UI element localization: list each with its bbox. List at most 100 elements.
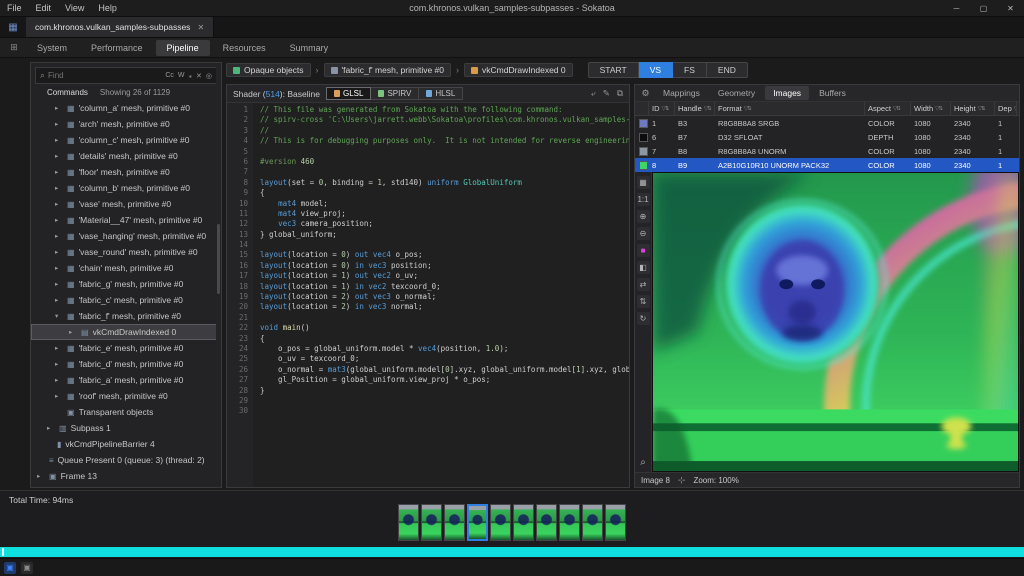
column-header-width[interactable]: Width ▽⇅ — [911, 102, 951, 115]
language-button-glsl[interactable]: GLSL — [325, 87, 372, 100]
tree-item[interactable]: ▸ ▦'vase' mesh, primitive #0 — [31, 196, 221, 212]
tab-performance[interactable]: Performance — [80, 40, 154, 56]
chevron-icon[interactable]: ▸ — [69, 328, 77, 336]
tab-mappings[interactable]: Mappings — [655, 86, 708, 100]
tree-item[interactable]: ▸ ▦'fabric_d' mesh, primitive #0 — [31, 356, 221, 372]
tab-buffers[interactable]: Buffers — [811, 86, 854, 100]
tree-item[interactable]: ▸ ▦'roof' mesh, primitive #0 — [31, 388, 221, 404]
column-header-dep[interactable]: Dep▽⇅ — [995, 102, 1017, 115]
tree-item[interactable]: ▸ ▦'vase_hanging' mesh, primitive #0 — [31, 228, 221, 244]
search-option-0[interactable]: Cc — [165, 72, 174, 80]
tree-item[interactable]: ▸ ▦'fabric_g' mesh, primitive #0 — [31, 276, 221, 292]
frame-thumbnail[interactable] — [513, 504, 534, 541]
chevron-icon[interactable]: ▸ — [55, 376, 63, 384]
frame-thumbnail[interactable] — [467, 504, 488, 541]
tree-item[interactable]: ▾ ▦'fabric_f' mesh, primitive #0 — [31, 308, 221, 324]
word-wrap-icon[interactable]: ⤶ — [591, 88, 596, 99]
chevron-icon[interactable]: ▸ — [55, 120, 63, 128]
chevron-icon[interactable]: ▸ — [55, 264, 63, 272]
timeline-scrubber[interactable] — [0, 547, 1024, 557]
background-color-swatch[interactable]: ■ — [636, 244, 650, 257]
tree-scrollbar[interactable] — [216, 63, 221, 487]
status-capture-icon[interactable]: ▣ — [4, 561, 16, 574]
image-table-row[interactable]: 6 B7 D32 SFLOAT DEPTH 1080 2340 1 — [635, 130, 1019, 144]
filter-sort-icons[interactable]: ▽⇅ — [978, 106, 986, 112]
chevron-icon[interactable]: ▸ — [55, 136, 63, 144]
search-input[interactable] — [48, 71, 163, 80]
tab-system[interactable]: System — [26, 40, 78, 56]
playhead[interactable] — [2, 548, 4, 556]
shader-id-link[interactable]: 514 — [266, 89, 280, 99]
menu-help[interactable]: Help — [91, 3, 124, 13]
zoom-in-icon[interactable]: ⊕ — [636, 210, 650, 223]
chevron-icon[interactable]: ▸ — [55, 200, 63, 208]
filter-sort-icons[interactable]: ▽⇅ — [935, 106, 943, 112]
tree-item[interactable]: ▸ ▦'details' mesh, primitive #0 — [31, 148, 221, 164]
window-minimize-button[interactable]: ─ — [943, 0, 970, 17]
frame-thumbnail[interactable] — [421, 504, 442, 541]
tree-item[interactable]: ▸ ▦'arch' mesh, primitive #0 — [31, 116, 221, 132]
chevron-icon[interactable]: ▸ — [55, 392, 63, 400]
alpha-toggle-icon[interactable]: ◧ — [636, 261, 650, 274]
chevron-icon[interactable]: ▸ — [55, 104, 63, 112]
language-button-hlsl[interactable]: HLSL — [419, 87, 464, 100]
chevron-icon[interactable]: ▸ — [55, 184, 63, 192]
frame-thumbnail[interactable] — [536, 504, 557, 541]
window-close-button[interactable]: ✕ — [997, 0, 1024, 17]
scrollbar-thumb[interactable] — [217, 224, 220, 295]
image-canvas[interactable] — [652, 172, 1019, 472]
stage-button-start[interactable]: START — [587, 62, 639, 78]
tree-item[interactable]: ▮ vkCmdPipelineBarrier 4 — [31, 436, 221, 452]
tree-item[interactable]: ▣ Transparent objects — [31, 404, 221, 420]
tree-item[interactable]: ▸ ▦'floor' mesh, primitive #0 — [31, 164, 221, 180]
tree-item[interactable]: ▸ ▦'column_c' mesh, primitive #0 — [31, 132, 221, 148]
chevron-icon[interactable]: ▾ — [55, 312, 63, 320]
tree-item[interactable]: ▸ ▤ vkCmdDrawIndexed 0 — [31, 324, 221, 340]
chevron-icon[interactable]: ▸ — [55, 296, 63, 304]
chevron-icon[interactable]: ▸ — [55, 280, 63, 288]
tab-pipeline[interactable]: Pipeline — [155, 39, 210, 56]
chevron-icon[interactable]: ▸ — [55, 360, 63, 368]
menu-file[interactable]: File — [0, 3, 29, 13]
layout-icon[interactable]: ⊞ — [4, 42, 24, 53]
menu-edit[interactable]: Edit — [29, 3, 59, 13]
tab-summary[interactable]: Summary — [279, 40, 340, 56]
zoom-out-icon[interactable]: ⊖ — [636, 227, 650, 240]
flip-vertical-icon[interactable]: ⇅ — [636, 295, 650, 308]
filter-sort-icons[interactable]: ▽⇅ — [1014, 106, 1016, 112]
gear-icon[interactable]: ⚙ — [638, 88, 653, 99]
document-tab[interactable]: com.khronos.vulkan_samples-subpasses ✕ — [26, 17, 215, 37]
image-table-row[interactable]: 1 B3 R8G8B8A8 SRGB COLOR 1080 2340 1 — [635, 116, 1019, 130]
frame-thumbnail[interactable] — [444, 504, 465, 541]
chevron-icon[interactable]: ▸ — [55, 168, 63, 176]
menu-view[interactable]: View — [58, 3, 91, 13]
frame-thumbnail[interactable] — [605, 504, 626, 541]
search-option-3[interactable]: ✕ — [196, 72, 202, 80]
column-header-height[interactable]: Height ▽⇅ — [951, 102, 995, 115]
edit-icon[interactable]: ✎ — [603, 88, 610, 99]
close-tab-icon[interactable]: ✕ — [197, 23, 204, 32]
tab-images[interactable]: Images — [765, 86, 810, 100]
filter-sort-icons[interactable]: ▽⇅ — [744, 106, 752, 112]
flip-horizontal-icon[interactable]: ⇄ — [636, 278, 650, 291]
tree-item[interactable]: ▸ ▦'fabric_c' mesh, primitive #0 — [31, 292, 221, 308]
chevron-icon[interactable]: ▸ — [55, 152, 63, 160]
image-table-row[interactable]: 7 B8 R8G8B8A8 UNORM COLOR 1080 2340 1 — [635, 144, 1019, 158]
copy-icon[interactable]: ⧉ — [617, 88, 623, 99]
image-table-row[interactable]: 8 B9 A2B10G10R10 UNORM PACK32 COLOR 1080 2340… — [635, 158, 1019, 172]
frame-thumbnail[interactable] — [398, 504, 419, 541]
stage-button-vs[interactable]: VS — [638, 62, 674, 78]
stage-button-end[interactable]: END — [706, 62, 748, 78]
breadcrumb-item[interactable]: vkCmdDrawIndexed 0 — [464, 63, 573, 77]
search-box[interactable]: ⌕ Cc W ⁎✕ ◎ — [35, 67, 217, 84]
tree-item[interactable]: ▸ ▣ Frame 13 — [31, 468, 221, 484]
tree-item[interactable]: ▸ ▦ 'Material__47' mesh, primitive #0 — [31, 212, 221, 228]
column-header-handle[interactable]: Handle ▽⇅ — [675, 102, 715, 115]
texture-channels-icon[interactable]: ▦ — [636, 176, 650, 189]
tab-geometry[interactable]: Geometry — [710, 86, 763, 100]
search-option-2[interactable]: ⁎ — [189, 72, 193, 80]
breadcrumb-item[interactable]: Opaque objects — [226, 63, 311, 77]
filter-sort-icons[interactable]: ▽⇅ — [704, 106, 712, 112]
tree-item[interactable]: ▸ ▦'vase_round' mesh, primitive #0 — [31, 244, 221, 260]
search-option-4[interactable]: ◎ — [206, 72, 212, 80]
